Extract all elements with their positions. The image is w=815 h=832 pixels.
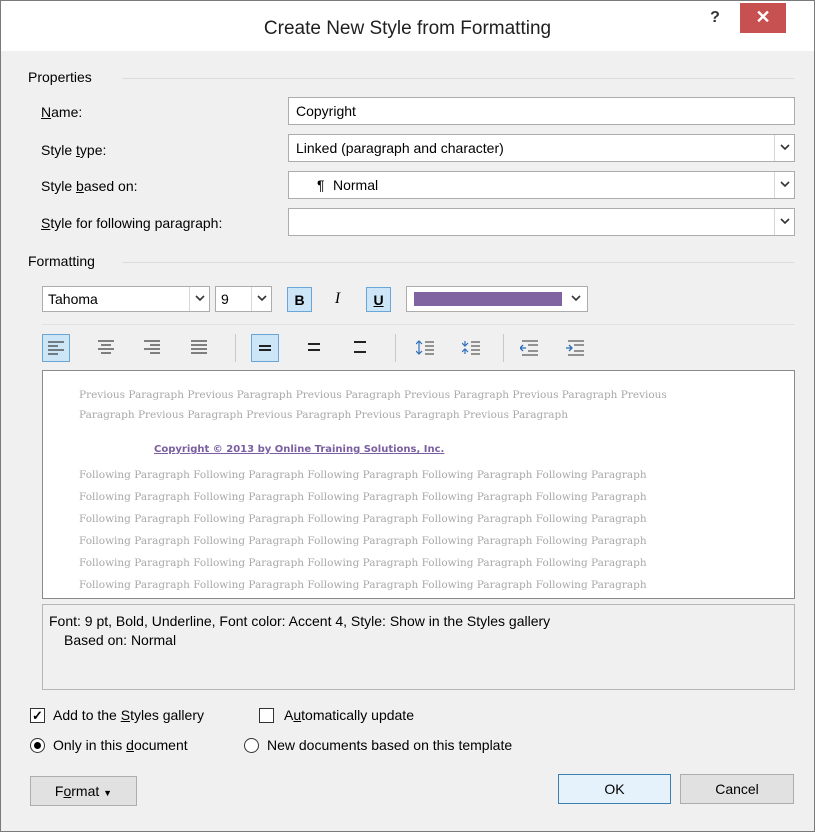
following-paragraph-line: Following Paragraph Following Paragraph … [79,491,647,503]
align-right-icon [144,340,160,354]
pilcrow-icon: ¶ [317,177,325,193]
following-paragraph-line: Following Paragraph Following Paragraph … [79,513,647,525]
one-half-spacing-button[interactable] [301,334,329,362]
format-menu-button[interactable]: Format ▼ [30,776,137,806]
name-label-rest: ame: [51,104,83,120]
create-style-dialog: Create New Style from Formatting ? ✕ Pro… [0,0,815,832]
radio-selected-dot [34,742,41,749]
caret-down-icon: ▼ [103,788,113,798]
increase-indent-button[interactable] [561,334,589,362]
font-name-value: Tahoma [48,291,98,307]
help-button[interactable]: ? [704,9,726,33]
properties-section-label: Properties [28,69,92,85]
font-color-select[interactable] [406,286,588,312]
formatting-divider [122,262,794,263]
cancel-button[interactable]: Cancel [680,774,794,804]
format-mnemonic: o [63,783,72,799]
following-paragraph-line: Following Paragraph Following Paragraph … [79,579,647,591]
toolbar-separator [395,334,396,362]
description-line: Font: 9 pt, Bold, Underline, Font color:… [49,613,551,629]
following-paragraph-line: Following Paragraph Following Paragraph … [79,535,647,547]
format-label: Format [54,783,100,799]
auto-update-checkbox[interactable] [259,708,274,723]
add-to-gallery-checkbox[interactable]: ✓ [30,708,45,723]
previous-paragraph-line: Previous Paragraph Previous Paragraph Pr… [79,389,667,401]
align-center-icon [98,340,114,354]
new-documents-label: New documents based on this template [267,737,513,753]
following-paragraph-line: Following Paragraph Following Paragraph … [79,598,647,599]
following-paragraph-line: Following Paragraph Following Paragraph … [79,469,647,481]
formatting-section-label: Formatting [28,253,95,269]
justify-button[interactable] [186,334,214,362]
decrease-indent-icon [520,340,538,356]
align-left-button[interactable] [42,334,70,362]
based-on-mnemonic: b [76,178,84,194]
italic-button[interactable]: I [325,287,350,312]
increase-indent-icon [566,340,584,356]
dialog-title: Create New Style from Formatting [263,18,552,39]
style-type-mnemonic: t [76,142,80,158]
underline-button[interactable]: U [366,287,391,312]
double-spacing-button[interactable] [347,334,375,362]
decrease-spacing-icon [462,341,480,355]
align-left-icon [48,341,64,355]
add-gallery-mnemonic: S [120,707,131,723]
increase-paragraph-spacing-button[interactable] [411,334,439,362]
preview-sample-text: Copyright © 2013 by Online Training Solu… [154,444,445,455]
based-on-label: Style based on: [41,178,138,194]
toolbar-divider [42,324,795,325]
chevron-down-icon[interactable] [774,172,794,198]
description-line: Based on: Normal [64,632,177,648]
justify-icon [191,340,207,354]
style-type-value: Linked (paragraph and character) [296,140,504,156]
increase-spacing-icon [416,340,434,355]
name-label-mnemonic: N [41,104,52,120]
following-mnemonic: S [41,215,51,231]
double-spacing-icon [354,341,366,353]
auto-update-mnemonic: u [293,707,302,723]
only-doc-mnemonic: d [126,737,134,753]
only-this-document-label: Only in this document [53,737,188,753]
chevron-down-icon[interactable] [774,209,794,235]
previous-paragraph-line: Paragraph Previous Paragraph Previous Pa… [79,409,569,421]
font-color-swatch [414,292,562,306]
single-spacing-icon [259,345,271,351]
add-to-gallery-label: Add to the Styles gallery [53,707,204,723]
auto-update-label: Automatically update [284,707,414,723]
properties-divider [122,78,794,79]
following-paragraph-select[interactable] [288,208,795,236]
title-bar: Create New Style from Formatting ? ✕ [1,1,814,51]
close-button[interactable]: ✕ [740,3,786,33]
toolbar-separator [235,334,236,362]
chevron-down-icon[interactable] [774,135,794,161]
font-name-select[interactable]: Tahoma [42,286,210,312]
style-preview: Previous Paragraph Previous Paragraph Pr… [42,370,795,599]
decrease-indent-button[interactable] [515,334,543,362]
new-documents-radio[interactable] [244,738,259,753]
bold-button[interactable]: B [287,287,312,312]
based-on-value: Normal [333,177,379,193]
one-half-spacing-icon [308,343,320,351]
based-on-select[interactable]: ¶ Normal [288,171,795,199]
single-spacing-button[interactable] [251,334,279,362]
style-description: Font: 9 pt, Bold, Underline, Font color:… [42,604,795,690]
style-type-label: Style type: [41,142,107,158]
chevron-down-icon[interactable] [565,287,587,311]
following-paragraph-line: Following Paragraph Following Paragraph … [79,557,647,569]
name-label: Name: [41,104,82,120]
following-paragraph-label: Style for following paragraph: [41,215,223,231]
align-right-button[interactable] [139,334,167,362]
chevron-down-icon[interactable] [251,287,271,311]
ok-button[interactable]: OK [558,774,671,804]
chevron-down-icon[interactable] [189,287,209,311]
only-this-document-radio[interactable] [30,738,45,753]
name-field[interactable]: Copyright [288,97,795,125]
font-size-value: 9 [221,291,229,307]
style-type-select[interactable]: Linked (paragraph and character) [288,134,795,162]
toolbar-separator [503,334,504,362]
decrease-paragraph-spacing-button[interactable] [457,334,485,362]
align-center-button[interactable] [93,334,121,362]
font-size-select[interactable]: 9 [215,286,272,312]
